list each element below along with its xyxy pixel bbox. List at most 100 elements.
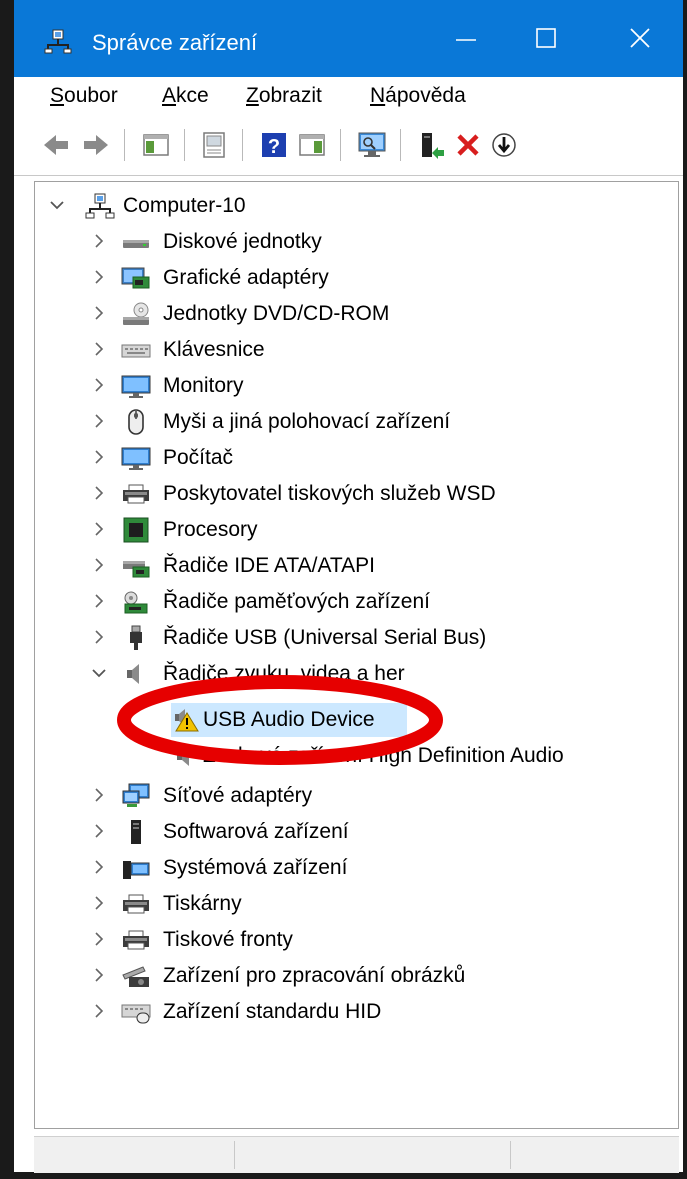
menu-akce[interactable]: Akce: [162, 84, 209, 108]
chevron-right-icon[interactable]: [91, 859, 107, 875]
device-tree[interactable]: Computer-10 Diskové jednotky Grafické ad…: [34, 181, 679, 1129]
chevron-right-icon[interactable]: [91, 269, 107, 285]
chevron-right-icon[interactable]: [91, 485, 107, 501]
tree-category[interactable]: Jednotky DVD/CD-ROM: [35, 297, 675, 331]
chevron-right-icon[interactable]: [91, 629, 107, 645]
menu-soubor[interactable]: Soubor: [50, 84, 118, 108]
tree-category[interactable]: Klávesnice: [35, 333, 675, 367]
status-separator: [234, 1141, 235, 1169]
tree-root[interactable]: Computer-10: [35, 189, 675, 223]
back-arrow-icon[interactable]: [40, 129, 72, 161]
chevron-down-icon[interactable]: [91, 665, 107, 681]
computer-network-icon: [85, 193, 115, 219]
tree-category[interactable]: Systémová zařízení: [35, 851, 675, 885]
toolbar: ?: [14, 117, 683, 176]
menu-napoveda-accel: N: [370, 84, 386, 107]
tree-category[interactable]: Tiskové fronty: [35, 923, 675, 957]
chevron-right-icon[interactable]: [91, 449, 107, 465]
window-shadow-right: [683, 0, 687, 1179]
toolbar-separator: [184, 129, 185, 161]
category-label: Procesory: [163, 518, 258, 541]
tree-category[interactable]: Zařízení pro zpracování obrázků: [35, 959, 675, 993]
chevron-right-icon[interactable]: [91, 931, 107, 947]
category-label: Klávesnice: [163, 338, 265, 361]
chevron-right-icon[interactable]: [91, 341, 107, 357]
software-device-icon: [121, 819, 151, 845]
action-pane-icon[interactable]: [296, 129, 328, 161]
tree-category[interactable]: Počítač: [35, 441, 675, 475]
menu-zobrazit-rest: obrazit: [258, 84, 322, 107]
menu-soubor-accel: S: [50, 84, 65, 107]
category-label: Systémová zařízení: [163, 856, 348, 879]
toolbar-separator: [124, 129, 125, 161]
device-manager-window: Správce zařízení Soubor Akce Zobrazit Ná…: [14, 0, 683, 1173]
category-label: Zařízení pro zpracování obrázků: [163, 964, 466, 987]
chevron-right-icon[interactable]: [91, 233, 107, 249]
tree-category[interactable]: Procesory: [35, 513, 675, 547]
tree-category[interactable]: Řadiče IDE ATA/ATAPI: [35, 549, 675, 583]
menu-napoveda[interactable]: Nápověda: [370, 84, 466, 108]
network-adapter-icon: [121, 783, 151, 809]
storage-controller-icon: [121, 589, 151, 615]
tree-category[interactable]: Diskové jednotky: [35, 225, 675, 259]
tree-category[interactable]: Zařízení standardu HID: [35, 995, 675, 1029]
system-device-icon: [121, 855, 151, 881]
tree-category[interactable]: Řadiče USB (Universal Serial Bus): [35, 621, 675, 655]
tree-category[interactable]: Poskytovatel tiskových služeb WSD: [35, 477, 675, 511]
update-driver-icon[interactable]: [414, 129, 446, 161]
chevron-right-icon[interactable]: [91, 521, 107, 537]
category-label: Zařízení standardu HID: [163, 1000, 382, 1023]
category-label: Tiskárny: [163, 892, 242, 915]
window-shadow-left: [0, 0, 14, 1179]
processor-icon: [121, 517, 151, 543]
tree-category[interactable]: Síťové adaptéry: [35, 779, 675, 813]
toolbar-separator: [400, 129, 401, 161]
mouse-icon: [121, 409, 151, 435]
forward-arrow-icon[interactable]: [80, 129, 112, 161]
chevron-right-icon[interactable]: [91, 377, 107, 393]
menu-bar: Soubor Akce Zobrazit Nápověda: [14, 77, 683, 117]
chevron-right-icon[interactable]: [91, 823, 107, 839]
tree-category[interactable]: Monitory: [35, 369, 675, 403]
usb-plug-icon: [121, 625, 151, 651]
tree-category[interactable]: Softwarová zařízení: [35, 815, 675, 849]
speaker-icon: [171, 743, 201, 769]
chevron-down-icon[interactable]: [49, 197, 65, 213]
menu-soubor-rest: oubor: [64, 84, 118, 107]
chevron-right-icon[interactable]: [91, 413, 107, 429]
chevron-right-icon[interactable]: [91, 895, 107, 911]
show-hide-console-tree-icon[interactable]: [140, 129, 172, 161]
tree-category[interactable]: Grafické adaptéry: [35, 261, 675, 295]
chevron-right-icon[interactable]: [91, 1003, 107, 1019]
help-icon[interactable]: ?: [258, 129, 290, 161]
chevron-right-icon[interactable]: [91, 787, 107, 803]
category-label: Počítač: [163, 446, 234, 469]
device-label: USB Audio Device: [203, 708, 375, 731]
hid-device-icon: [121, 999, 151, 1025]
title-bar[interactable]: Správce zařízení: [14, 0, 683, 77]
menu-zobrazit[interactable]: Zobrazit: [246, 84, 322, 108]
properties-icon[interactable]: [198, 129, 230, 161]
tree-device[interactable]: Zvukové zařízení High Definition Audio: [35, 739, 675, 773]
tree-device-selected[interactable]: USB Audio Device: [35, 703, 675, 737]
disable-device-icon[interactable]: [488, 129, 520, 161]
chevron-right-icon[interactable]: [91, 557, 107, 573]
chevron-right-icon[interactable]: [91, 967, 107, 983]
minimize-button[interactable]: [434, 0, 498, 77]
chevron-right-icon[interactable]: [91, 593, 107, 609]
speaker-icon: [121, 661, 151, 687]
tree-category[interactable]: Řadiče paměťových zařízení: [35, 585, 675, 619]
close-button[interactable]: [608, 0, 672, 77]
dvd-drive-icon: [121, 301, 151, 327]
tree-category-expanded[interactable]: Řadiče zvuku, videa a her: [35, 657, 675, 691]
chevron-right-icon[interactable]: [91, 305, 107, 321]
tree-category[interactable]: Tiskárny: [35, 887, 675, 921]
category-label: Řadiče IDE ATA/ATAPI: [163, 554, 376, 577]
menu-akce-accel: A: [162, 84, 177, 107]
status-bar: [34, 1136, 679, 1173]
tree-category[interactable]: Myši a jiná polohovací zařízení: [35, 405, 675, 439]
uninstall-device-icon[interactable]: [452, 129, 484, 161]
maximize-button[interactable]: [514, 0, 578, 77]
scan-hardware-icon[interactable]: [356, 129, 388, 161]
category-label: Poskytovatel tiskových služeb WSD: [163, 482, 496, 505]
